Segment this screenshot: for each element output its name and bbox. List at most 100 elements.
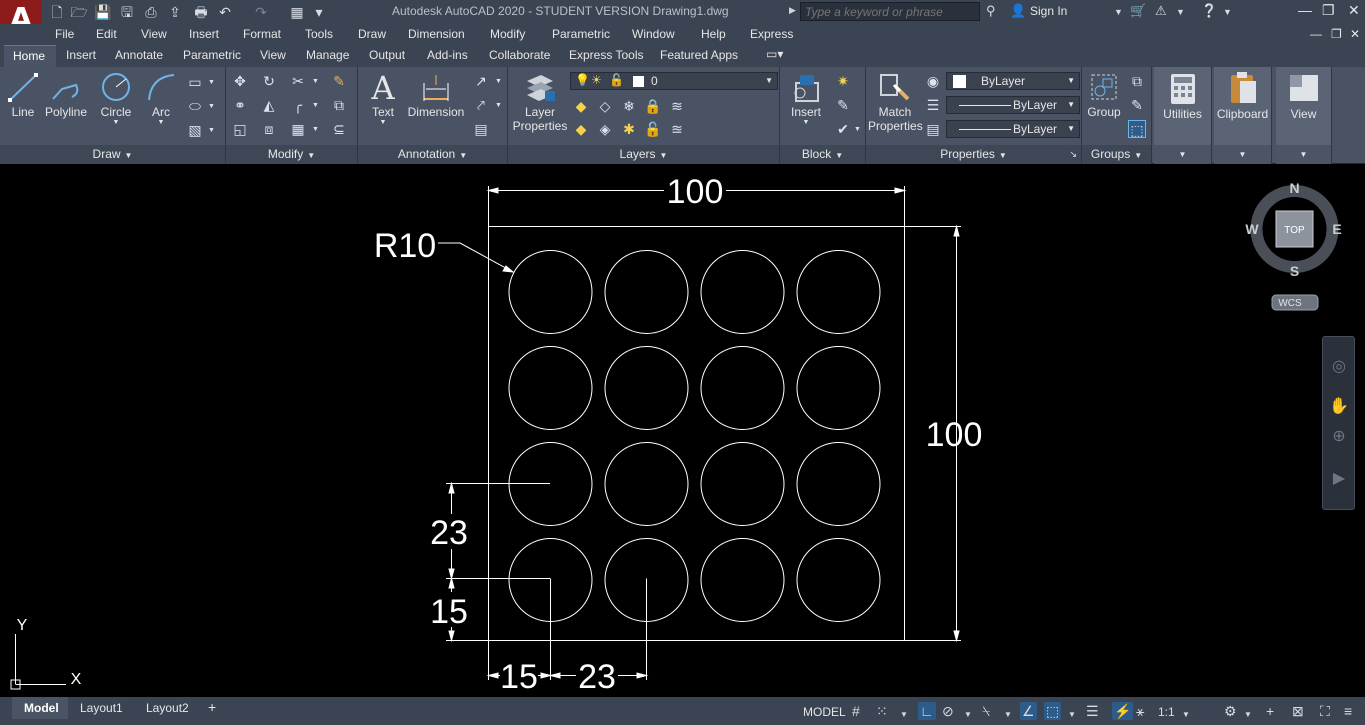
group-button[interactable]: Group <box>1084 71 1124 119</box>
restore-icon[interactable]: ❐ <box>1322 2 1335 19</box>
layers-panel-title[interactable]: Layers ▼ <box>508 145 779 164</box>
menu-format[interactable]: Format <box>243 27 281 41</box>
layer-unlock-icon[interactable]: 🔓 <box>644 120 662 138</box>
menu-parametric[interactable]: Parametric <box>552 27 610 41</box>
tab-featured-apps[interactable]: Featured Apps <box>660 48 738 62</box>
save-icon[interactable]: 💾 <box>94 3 112 21</box>
hole-circle-r3-c3[interactable] <box>700 442 785 526</box>
tab-manage[interactable]: Manage <box>306 48 349 62</box>
tab-layout2[interactable]: Layout2 <box>146 701 189 715</box>
arc-button[interactable]: Arc ▼ <box>144 71 178 126</box>
ribbon-minimize-icon[interactable]: ▭▾ <box>766 47 783 61</box>
add-layout-icon[interactable]: + <box>208 699 216 715</box>
pan-icon[interactable]: ✋ <box>1329 397 1349 417</box>
auto-scale-icon[interactable]: ⚹ <box>1136 702 1144 720</box>
layer-freeze-icon[interactable]: ❄ <box>620 97 638 115</box>
line-button[interactable]: Line <box>6 71 40 119</box>
view-button[interactable]: View ▼ <box>1276 67 1332 164</box>
clipboard-button[interactable]: Clipboard ▼ <box>1214 67 1272 164</box>
hatch-dropdown-icon[interactable]: ▼ <box>208 103 215 110</box>
layer-dropdown[interactable]: 💡 ☀ 🔓 0 ▼ <box>570 72 778 90</box>
menu-window[interactable]: Window <box>632 27 675 41</box>
annotation-monitor-icon[interactable]: + <box>1266 702 1274 720</box>
dimension-button[interactable]: Dimension <box>406 71 466 119</box>
snap-dropdown-icon[interactable]: ▼ <box>900 706 908 724</box>
search-expand-icon[interactable]: ▶ <box>789 5 796 16</box>
offset-icon[interactable]: ⊆ <box>330 120 348 138</box>
edit-attributes-icon[interactable]: ✔ <box>834 120 852 138</box>
menu-help[interactable]: Help <box>701 27 726 41</box>
object-snap-dropdown-icon[interactable]: ▼ <box>1068 706 1076 724</box>
help-icon[interactable]: ❔ <box>1201 3 1217 19</box>
doc-close-icon[interactable]: ✕ <box>1350 27 1360 41</box>
stretch-icon[interactable]: ◱ <box>231 120 249 138</box>
redo-icon[interactable]: ↷ <box>252 3 270 21</box>
group-edit-icon[interactable]: ✎ <box>1128 96 1146 114</box>
mirror-icon[interactable]: ◭ <box>260 96 278 114</box>
linetype-icon[interactable]: ▤ <box>924 120 942 138</box>
layer-off-icon[interactable]: ◆ <box>572 97 590 115</box>
clean-screen-icon[interactable]: ⛶ <box>1320 702 1330 720</box>
layer-thaw-icon[interactable]: ✱ <box>620 120 638 138</box>
match-properties-button[interactable]: Match Properties <box>868 71 923 133</box>
fillet-icon[interactable]: ╭ <box>289 96 307 114</box>
object-snap-icon[interactable]: ⬚ <box>1044 702 1062 720</box>
cart-icon[interactable]: 🛒 <box>1130 3 1146 19</box>
isodraft-icon[interactable]: ⍀ <box>982 702 990 720</box>
steering-wheel-icon[interactable]: ◎ <box>1329 357 1349 377</box>
doc-minimize-icon[interactable]: — <box>1310 27 1322 41</box>
ungroup-icon[interactable]: ⧉ <box>1128 72 1146 90</box>
hole-circle-r1-c4[interactable] <box>796 250 881 334</box>
layer-match-icon[interactable]: ≋ <box>668 97 686 115</box>
group-selection-icon[interactable]: ⬚ <box>1128 120 1146 138</box>
tab-output[interactable]: Output <box>369 48 405 62</box>
hole-circle-r2-c4[interactable] <box>796 346 881 430</box>
user-icon[interactable]: 👤 <box>1010 3 1026 19</box>
binoculars-icon[interactable]: ⚲ <box>986 3 996 19</box>
region-icon[interactable]: ▧ <box>186 121 204 139</box>
insert-dropdown-icon[interactable]: ▼ <box>784 119 828 126</box>
help-dropdown-icon[interactable]: ▼ <box>1223 7 1232 17</box>
text-button[interactable]: A Text ▼ <box>366 71 400 126</box>
polar-icon[interactable]: ⊘ <box>942 702 954 720</box>
undo-icon[interactable]: ↶ <box>216 3 234 21</box>
annotation-visibility-icon[interactable]: ⚡ <box>1112 702 1134 720</box>
tab-parametric[interactable]: Parametric <box>183 48 241 62</box>
menu-modify[interactable]: Modify <box>490 27 525 41</box>
rotate-icon[interactable]: ↻ <box>260 72 278 90</box>
zoom-extents-icon[interactable]: ⊕ <box>1329 427 1349 447</box>
view-dropdown-icon[interactable]: ▼ <box>1276 145 1331 164</box>
save-to-web-icon[interactable]: ⇪ <box>166 3 184 21</box>
leader-icon[interactable]: ↗ <box>472 72 490 90</box>
menu-dimension[interactable]: Dimension <box>408 27 465 41</box>
insert-block-button[interactable]: Insert ▼ <box>784 71 828 126</box>
lineweight-toggle-icon[interactable]: ☰ <box>1086 702 1099 720</box>
layer-on-icon[interactable]: ◆ <box>572 120 590 138</box>
menu-edit[interactable]: Edit <box>96 27 117 41</box>
connect-icon[interactable]: ⚠ <box>1155 3 1167 19</box>
showmotion-icon[interactable]: ▶ <box>1329 469 1349 489</box>
menu-tools[interactable]: Tools <box>305 27 333 41</box>
open-from-web-icon[interactable]: ⎙ <box>142 3 160 21</box>
trim-dropdown-icon[interactable]: ▼ <box>312 78 319 85</box>
layer-previous-icon[interactable]: ≊ <box>668 120 686 138</box>
move-icon[interactable]: ✥ <box>231 72 249 90</box>
modify-panel-title[interactable]: Modify ▼ <box>226 145 357 164</box>
hole-circle-r1-c3[interactable] <box>700 250 785 334</box>
draw-panel-title[interactable]: Draw ▼ <box>0 145 225 164</box>
sign-in-label[interactable]: Sign In <box>1030 4 1067 18</box>
layer-lock-icon[interactable]: 🔒 <box>644 97 662 115</box>
utilities-button[interactable]: Utilities ▼ <box>1154 67 1212 164</box>
polar-dropdown-icon[interactable]: ▼ <box>964 706 972 724</box>
annotation-panel-title[interactable]: Annotation ▼ <box>358 145 507 164</box>
tab-insert[interactable]: Insert <box>66 48 96 62</box>
tab-add-ins[interactable]: Add-ins <box>427 48 468 62</box>
grid-icon[interactable]: # <box>852 702 860 720</box>
save-as-icon[interactable]: 🖫 <box>118 3 136 21</box>
hatch-icon[interactable]: ⬭ <box>186 97 204 115</box>
rectangle-icon[interactable]: ▭ <box>186 73 204 91</box>
tab-collaborate[interactable]: Collaborate <box>489 48 550 62</box>
ortho-icon[interactable]: ∟ <box>918 702 936 720</box>
tab-annotate[interactable]: Annotate <box>115 48 163 62</box>
circle-button[interactable]: Circle ▼ <box>98 71 134 126</box>
